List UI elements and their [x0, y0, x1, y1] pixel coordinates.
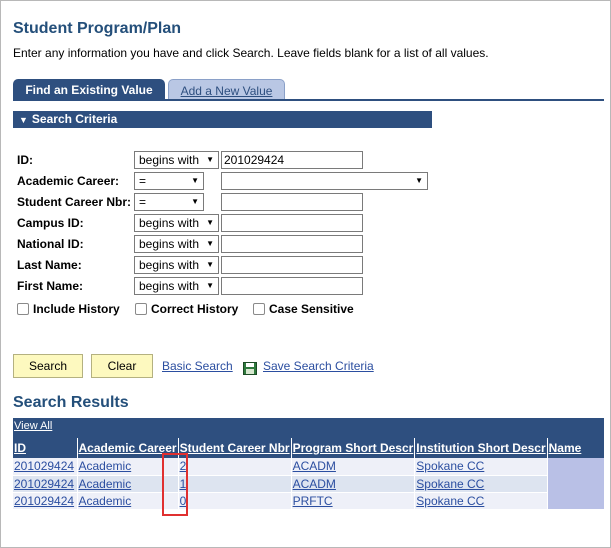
student-career-nbr-input[interactable] — [221, 193, 363, 211]
campus-id-label: Campus ID: — [17, 216, 84, 230]
case-sensitive-label: Case Sensitive — [269, 302, 354, 316]
basic-search-link[interactable]: Basic Search — [162, 359, 233, 373]
highlight-box-annotation — [162, 453, 188, 516]
result-link[interactable]: ACADM — [293, 477, 336, 491]
id-operator-value: begins with — [139, 153, 200, 167]
page-title: Student Program/Plan — [13, 20, 182, 37]
include-history-checkbox[interactable]: Include History — [17, 302, 120, 316]
tab-underline — [13, 99, 604, 101]
collapse-triangle-icon: ▼ — [19, 115, 28, 125]
save-icon[interactable] — [243, 362, 257, 375]
national-id-label: National ID: — [17, 237, 84, 251]
checkbox-box[interactable] — [253, 303, 265, 315]
academic-career-label: Academic Career: — [17, 174, 120, 188]
dropdown-arrow-icon: ▼ — [206, 260, 214, 269]
dropdown-arrow-icon: ▼ — [206, 281, 214, 290]
result-link[interactable]: 201029424 — [14, 459, 74, 473]
result-link[interactable]: 201029424 — [14, 494, 74, 508]
correct-history-checkbox[interactable]: Correct History — [135, 302, 238, 316]
cell-program-short-descr[interactable]: ACADM — [290, 458, 415, 476]
result-link[interactable]: ACADM — [293, 459, 336, 473]
table-row[interactable]: 201029424 Academic 2 ACADM Spokane CC — [13, 458, 604, 510]
cell-program-short-descr[interactable]: ACADM — [290, 475, 415, 493]
dropdown-arrow-icon: ▼ — [206, 218, 214, 227]
cell-student-career-nbr[interactable]: 1 — [177, 475, 292, 493]
national-id-operator-select[interactable]: begins with ▼ — [134, 235, 219, 253]
result-link[interactable]: Academic — [79, 459, 132, 473]
result-link[interactable]: 201029424 — [14, 477, 74, 491]
cell-student-career-nbr[interactable]: 2 — [177, 458, 292, 476]
campus-id-input[interactable] — [221, 214, 363, 232]
result-link[interactable]: PRFTC — [293, 494, 333, 508]
academic-career-operator-value: = — [139, 174, 147, 188]
result-link[interactable]: Spokane CC — [416, 477, 484, 491]
table-row[interactable]: 201029424 Academic 0 PRFTC Spokane CC — [13, 492, 604, 510]
first-name-operator-value: begins with — [139, 279, 200, 293]
search-criteria-header[interactable]: ▼ Search Criteria — [13, 111, 432, 128]
id-label: ID: — [17, 153, 33, 167]
first-name-operator-select[interactable]: begins with ▼ — [134, 277, 219, 295]
search-results-table: ID Academic Career Student Career Nbr Pr… — [13, 438, 604, 510]
column-header-id[interactable]: ID — [13, 438, 77, 458]
column-header-name[interactable]: Name — [546, 438, 604, 458]
case-sensitive-checkbox[interactable]: Case Sensitive — [253, 302, 354, 316]
correct-history-label: Correct History — [151, 302, 239, 316]
id-input[interactable]: 201029424 — [221, 151, 363, 169]
last-name-operator-value: begins with — [139, 258, 200, 272]
cell-institution-short-descr[interactable]: Spokane CC — [414, 475, 548, 493]
column-header-institution-short-descr[interactable]: Institution Short Descr — [414, 438, 548, 458]
academic-career-value-select[interactable]: ▼ — [221, 172, 428, 190]
result-link[interactable]: Spokane CC — [416, 459, 484, 473]
search-results-title: Search Results — [13, 394, 129, 411]
academic-career-operator-select[interactable]: = ▼ — [134, 172, 204, 190]
search-criteria-label: Search Criteria — [31, 112, 118, 126]
cell-id[interactable]: 201029424 — [13, 492, 77, 510]
view-all-link[interactable]: View All — [13, 418, 604, 438]
cell-program-short-descr[interactable]: PRFTC — [290, 492, 415, 510]
checkbox-box[interactable] — [17, 303, 29, 315]
column-header-student-career-nbr[interactable]: Student Career Nbr — [177, 438, 292, 458]
cell-student-career-nbr[interactable]: 0 — [177, 492, 292, 510]
tab-find-existing-value[interactable]: Find an Existing Value — [13, 79, 165, 100]
result-link[interactable]: Spokane CC — [416, 494, 484, 508]
first-name-input[interactable] — [221, 277, 363, 295]
cell-name — [546, 458, 604, 510]
dropdown-arrow-icon: ▼ — [206, 155, 214, 164]
results-header-row: ID Academic Career Student Career Nbr Pr… — [13, 438, 604, 458]
student-career-nbr-operator-value: = — [139, 195, 147, 209]
first-name-label: First Name: — [17, 279, 84, 293]
cell-id[interactable]: 201029424 — [13, 475, 77, 493]
tab-strip: Find an Existing Value Add a New Value — [13, 79, 604, 101]
student-career-nbr-label: Student Career Nbr: — [17, 195, 132, 209]
national-id-input[interactable] — [221, 235, 363, 253]
instructions-text: Enter any information you have and click… — [13, 46, 489, 60]
cell-institution-short-descr[interactable]: Spokane CC — [414, 492, 548, 510]
dropdown-arrow-icon: ▼ — [191, 176, 199, 185]
last-name-operator-select[interactable]: begins with ▼ — [134, 256, 219, 274]
dropdown-arrow-icon: ▼ — [191, 197, 199, 206]
checkbox-box[interactable] — [135, 303, 147, 315]
campus-id-operator-value: begins with — [139, 216, 200, 230]
table-row[interactable]: 201029424 Academic 1 ACADM Spokane CC — [13, 475, 604, 493]
tab-add-new-value[interactable]: Add a New Value — [168, 79, 285, 100]
result-link[interactable]: Academic — [79, 477, 132, 491]
national-id-operator-value: begins with — [139, 237, 200, 251]
cell-id[interactable]: 201029424 — [13, 458, 77, 476]
include-history-label: Include History — [33, 302, 120, 316]
dropdown-arrow-icon: ▼ — [415, 176, 423, 185]
search-button[interactable]: Search — [13, 354, 83, 378]
clear-button[interactable]: Clear — [91, 354, 153, 378]
save-search-criteria-link[interactable]: Save Search Criteria — [263, 359, 374, 373]
column-header-program-short-descr[interactable]: Program Short Descr — [290, 438, 415, 458]
cell-institution-short-descr[interactable]: Spokane CC — [414, 458, 548, 476]
last-name-input[interactable] — [221, 256, 363, 274]
id-operator-select[interactable]: begins with ▼ — [134, 151, 219, 169]
campus-id-operator-select[interactable]: begins with ▼ — [134, 214, 219, 232]
result-link[interactable]: Academic — [79, 494, 132, 508]
dropdown-arrow-icon: ▼ — [206, 239, 214, 248]
student-career-nbr-operator-select[interactable]: = ▼ — [134, 193, 204, 211]
last-name-label: Last Name: — [17, 258, 82, 272]
